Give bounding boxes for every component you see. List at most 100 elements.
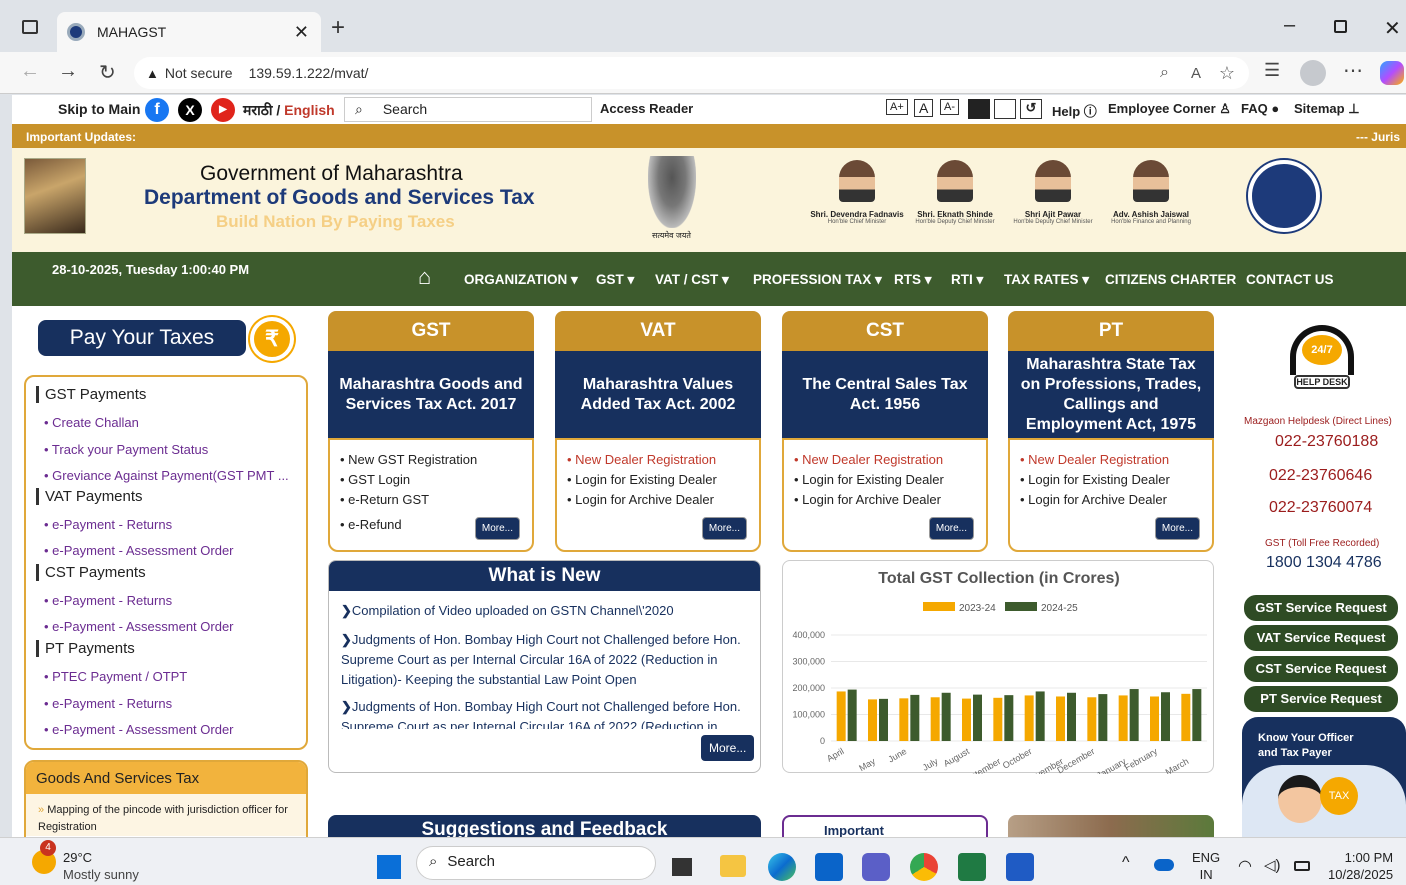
favorites-icon[interactable]: ☰ bbox=[1264, 60, 1280, 81]
back-icon[interactable]: ← bbox=[20, 60, 40, 83]
create-challan-link[interactable]: • Create Challan bbox=[44, 415, 139, 430]
tray-chevron-icon[interactable]: ^ bbox=[1122, 854, 1130, 872]
phone-2[interactable]: 022-23760646 bbox=[1269, 467, 1372, 485]
nav-item[interactable]: CITIZENS CHARTER bbox=[1105, 272, 1236, 287]
cst-more-button[interactable]: More... bbox=[928, 517, 974, 540]
cst-card-head[interactable]: CST bbox=[782, 311, 988, 351]
cst-assessment-link[interactable]: • e-Payment - Assessment Order bbox=[44, 619, 234, 634]
edge-icon[interactable] bbox=[768, 853, 796, 881]
forward-icon[interactable]: → bbox=[58, 60, 78, 83]
reload-icon[interactable]: ↻ bbox=[99, 60, 116, 85]
vat-card-title[interactable]: Maharashtra Values Added Tax Act. 2002 bbox=[555, 351, 761, 438]
card-link[interactable]: • Login for Archive Dealer bbox=[1020, 492, 1202, 507]
pt-card-title[interactable]: Maharashtra State Tax on Professions, Tr… bbox=[1008, 351, 1214, 438]
clock[interactable]: 1:00 PM 10/28/2025 bbox=[1328, 849, 1393, 883]
excel-icon[interactable] bbox=[958, 853, 986, 881]
url-bar[interactable]: ▲ Not secure 139.59.1.222/mvat/ ⌕ A ☆ bbox=[134, 57, 1249, 89]
card-link[interactable]: • New GST Registration bbox=[340, 452, 522, 467]
greviance-link[interactable]: • Greviance Against Payment(GST PMT ... bbox=[44, 468, 289, 483]
copilot-icon[interactable] bbox=[1380, 61, 1404, 85]
x-twitter-icon[interactable]: X bbox=[178, 98, 202, 122]
volume-icon[interactable]: ◁) bbox=[1264, 856, 1281, 874]
taskbar-search[interactable]: ⌕ Search bbox=[416, 846, 656, 880]
card-link[interactable]: • GST Login bbox=[340, 472, 522, 487]
pt-more-button[interactable]: More... bbox=[1154, 517, 1200, 540]
facebook-icon[interactable]: f bbox=[145, 98, 169, 122]
track-payment-link[interactable]: • Track your Payment Status bbox=[44, 442, 208, 457]
wifi-icon[interactable]: ◠ bbox=[1238, 856, 1252, 876]
card-link[interactable]: • New Dealer Registration bbox=[1020, 452, 1202, 467]
word-icon[interactable] bbox=[1006, 853, 1034, 881]
nav-item[interactable]: PROFESSION TAX ▾ bbox=[753, 272, 882, 288]
nav-item[interactable]: CONTACT US bbox=[1246, 272, 1334, 287]
news-item[interactable]: ❯Judgments of Hon. Bombay High Court not… bbox=[341, 697, 753, 729]
reset-icon[interactable]: ↺ bbox=[1020, 99, 1042, 119]
nav-item[interactable]: GST ▾ bbox=[596, 272, 634, 288]
minimize-icon[interactable]: – bbox=[1284, 14, 1295, 37]
ptec-payment-link[interactable]: • PTEC Payment / OTPT bbox=[44, 669, 187, 684]
cst-card-title[interactable]: The Central Sales Tax Act. 1956 bbox=[782, 351, 988, 438]
pt-service-request-button[interactable]: PT Service Request bbox=[1244, 686, 1398, 712]
phone-1[interactable]: 022-23760188 bbox=[1275, 433, 1378, 451]
new-tab-icon[interactable]: + bbox=[331, 14, 345, 42]
card-link[interactable]: • Login for Existing Dealer bbox=[1020, 472, 1202, 487]
dark-contrast-button[interactable] bbox=[968, 99, 990, 119]
pt-assessment-link[interactable]: • e-Payment - Assessment Order bbox=[44, 722, 234, 737]
sidebar-toggle-icon[interactable] bbox=[22, 20, 38, 34]
vat-service-request-button[interactable]: VAT Service Request bbox=[1244, 625, 1398, 651]
font-increase-button[interactable]: A+ bbox=[886, 99, 908, 115]
employee-corner-link[interactable]: Employee Corner ♙ bbox=[1108, 101, 1231, 117]
toll-free-number[interactable]: 1800 1304 4786 bbox=[1266, 554, 1382, 572]
phone-3[interactable]: 022-23760074 bbox=[1269, 499, 1372, 517]
card-link[interactable]: • New Dealer Registration bbox=[794, 452, 976, 467]
teams-icon[interactable] bbox=[862, 853, 890, 881]
card-link[interactable]: • Login for Existing Dealer bbox=[567, 472, 749, 487]
card-link[interactable]: • Login for Archive Dealer bbox=[567, 492, 749, 507]
nav-item[interactable]: RTI ▾ bbox=[951, 272, 983, 288]
card-link[interactable]: • e-Return GST bbox=[340, 492, 522, 507]
lang-indicator[interactable]: ENG IN bbox=[1192, 849, 1220, 883]
marathi-link[interactable]: मराठी bbox=[243, 102, 272, 118]
profile-avatar[interactable] bbox=[1300, 60, 1326, 86]
important-header[interactable]: Important bbox=[782, 815, 988, 837]
pt-returns-link[interactable]: • e-Payment - Returns bbox=[44, 696, 172, 711]
gst-more-button[interactable]: More... bbox=[474, 517, 520, 540]
news-item[interactable]: ❯Compilation of Video uploaded on GSTN C… bbox=[341, 601, 751, 621]
updates-ticker-text[interactable]: --- Juris bbox=[1356, 130, 1400, 144]
chrome-icon[interactable] bbox=[910, 853, 938, 881]
faq-link[interactable]: FAQ ● bbox=[1241, 101, 1279, 116]
task-view-icon[interactable] bbox=[672, 858, 692, 876]
site-search-box[interactable]: ⌕ Search bbox=[344, 97, 592, 122]
nav-item[interactable]: ORGANIZATION ▾ bbox=[464, 272, 578, 288]
nav-item[interactable]: RTS ▾ bbox=[894, 272, 932, 288]
home-icon[interactable]: ⌂ bbox=[418, 264, 431, 290]
windows-start-icon[interactable] bbox=[375, 853, 401, 879]
language-switch[interactable]: मराठी / English bbox=[243, 101, 335, 120]
file-explorer-icon[interactable] bbox=[720, 855, 746, 877]
english-link[interactable]: English bbox=[284, 102, 335, 118]
cst-service-request-button[interactable]: CST Service Request bbox=[1244, 656, 1398, 682]
gst-card-head[interactable]: GST bbox=[328, 311, 534, 351]
favorite-star-icon[interactable]: ☆ bbox=[1219, 63, 1235, 84]
vat-more-button[interactable]: More... bbox=[701, 517, 747, 540]
close-window-icon[interactable]: ✕ bbox=[1384, 16, 1401, 41]
pt-card-head[interactable]: PT bbox=[1008, 311, 1214, 351]
vat-assessment-link[interactable]: • e-Payment - Assessment Order bbox=[44, 543, 234, 558]
onedrive-icon[interactable] bbox=[1154, 859, 1174, 871]
know-officer-panel[interactable]: Know Your Officer and Tax Payer TAX bbox=[1242, 717, 1406, 837]
battery-icon[interactable] bbox=[1294, 861, 1310, 871]
cst-returns-link[interactable]: • e-Payment - Returns bbox=[44, 593, 172, 608]
font-normal-button[interactable]: A bbox=[914, 99, 934, 117]
read-aloud-icon[interactable]: A bbox=[1191, 65, 1201, 82]
access-reader-link[interactable]: Access Reader bbox=[600, 101, 693, 116]
card-link[interactable]: • New Dealer Registration bbox=[567, 452, 749, 467]
vat-returns-link[interactable]: • e-Payment - Returns bbox=[44, 517, 172, 532]
gst-service-request-button[interactable]: GST Service Request bbox=[1244, 595, 1398, 621]
outlook-icon[interactable] bbox=[815, 853, 843, 881]
light-contrast-button[interactable] bbox=[994, 99, 1016, 119]
gst-card-title[interactable]: Maharashtra Goods and Services Tax Act. … bbox=[328, 351, 534, 438]
font-decrease-button[interactable]: A- bbox=[940, 99, 959, 115]
nav-item[interactable]: VAT / CST ▾ bbox=[655, 272, 729, 288]
news-more-button[interactable]: More... bbox=[701, 735, 755, 761]
skip-to-main-link[interactable]: Skip to Main bbox=[58, 101, 140, 117]
